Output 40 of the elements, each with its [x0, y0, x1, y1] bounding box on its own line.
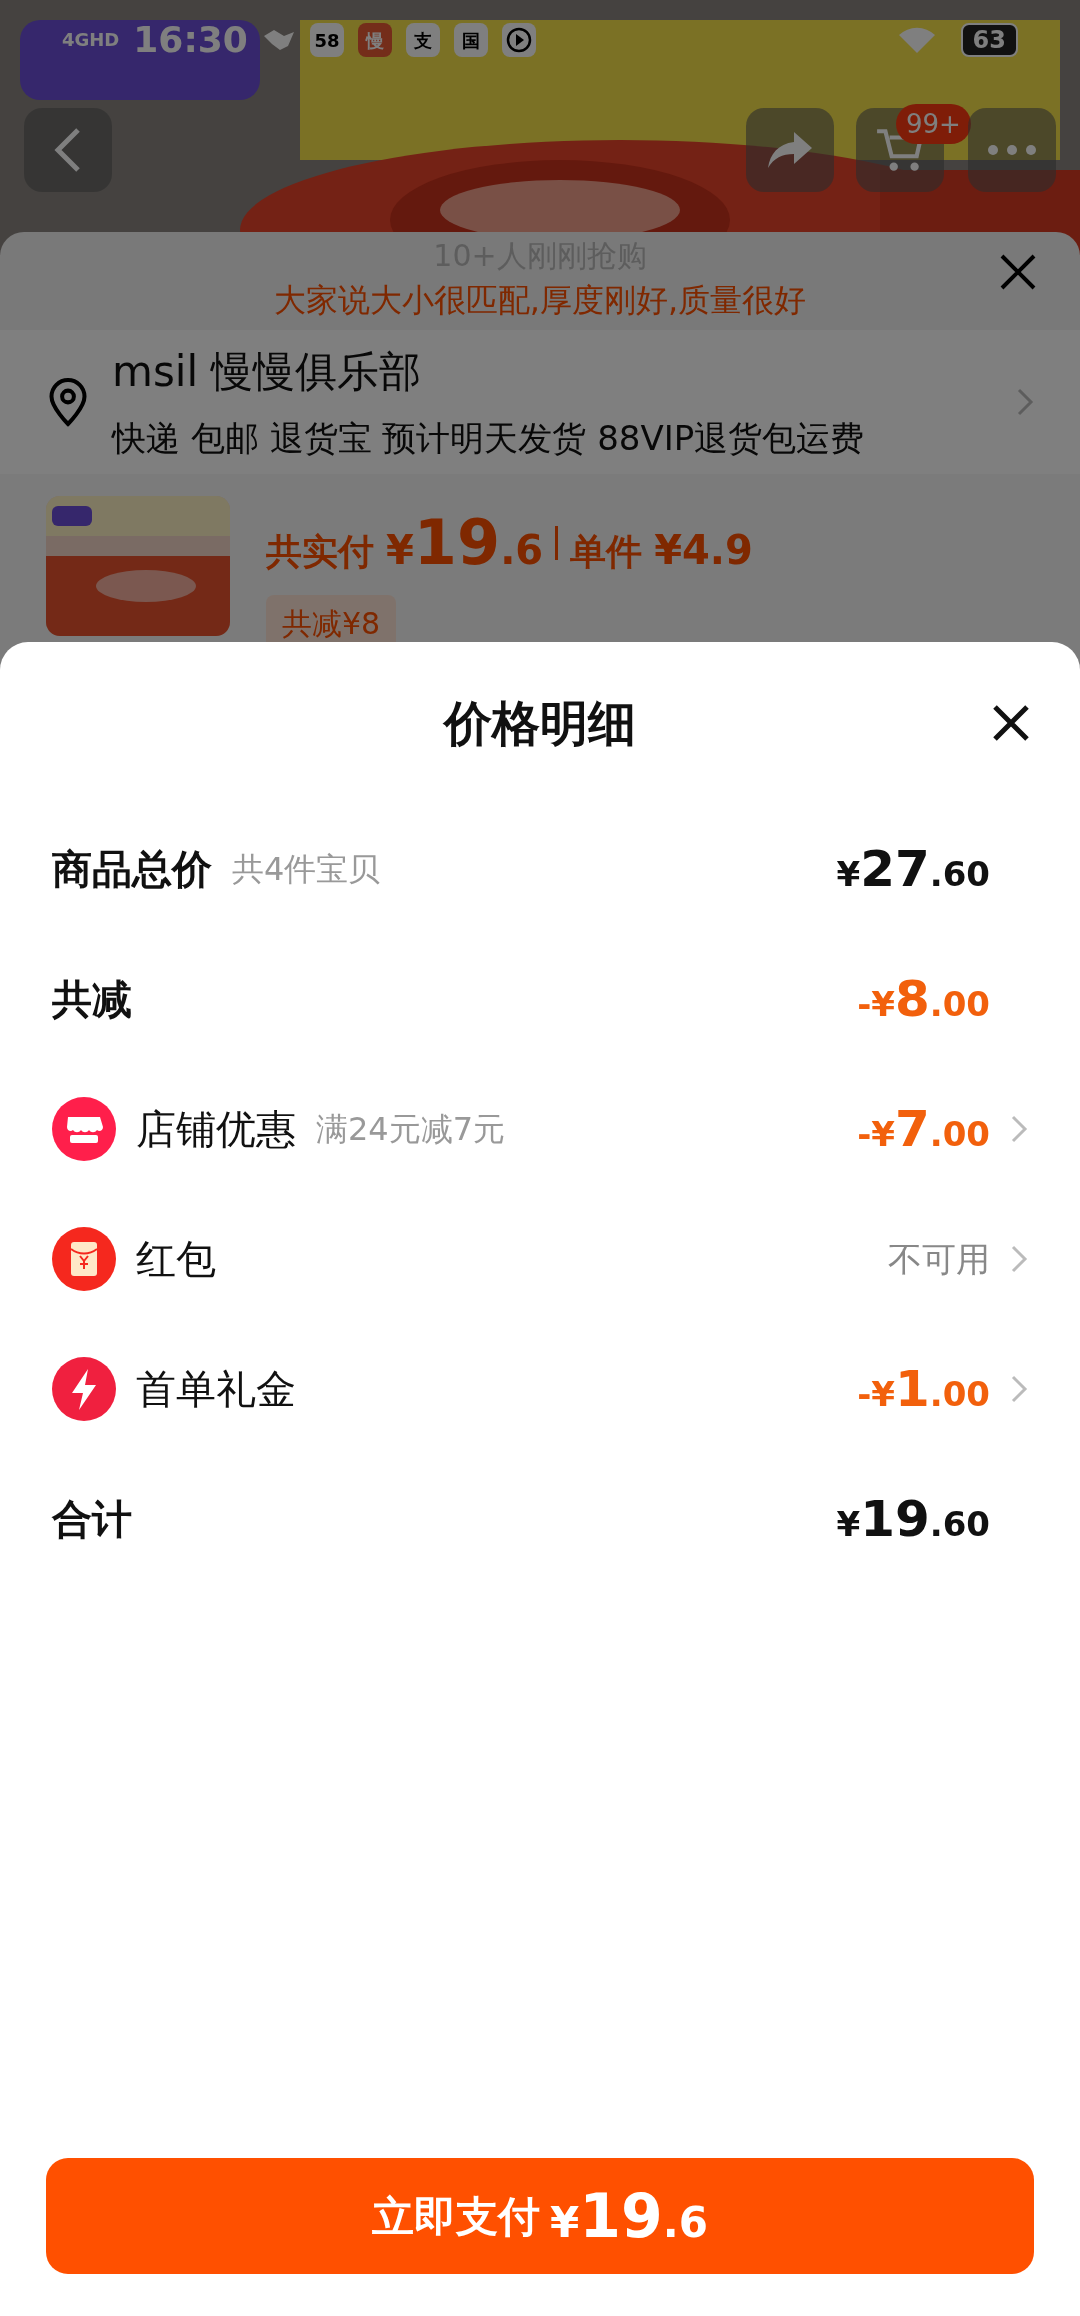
row-amount: 不可用 [888, 1237, 990, 1281]
more-icon[interactable] [987, 144, 1037, 156]
shop-icon [52, 1097, 116, 1161]
chevron-right-icon [1016, 387, 1034, 417]
address-text: msil 慢慢俱乐部 [112, 346, 423, 398]
app-notification-icon: 58 [309, 23, 344, 57]
row-label: 首单礼金 [136, 1365, 296, 1414]
play-icon [501, 23, 536, 57]
row-label: 店铺优惠 [136, 1105, 296, 1154]
unit-price: ¥4.9 [654, 526, 753, 575]
row-amount: ¥27.60 [836, 838, 990, 900]
paid-price: ¥19.6 [386, 505, 544, 581]
envelope-icon [52, 1227, 116, 1291]
review-text: 大家说大小很匹配,厚度刚好,质量很好 [273, 280, 807, 321]
sheet-title: 价格明细 [444, 694, 636, 753]
pay-price: ¥19.6 [550, 2180, 708, 2253]
row-label: 合计 [52, 1495, 132, 1544]
row-label: 红包 [136, 1235, 216, 1284]
clock: 16:30 [133, 18, 248, 62]
app-notification-icon: 慢 [357, 23, 392, 57]
row-label: 商品总价 [52, 845, 212, 894]
app-notification-icon: 支 [405, 23, 440, 57]
pay-now-button[interactable]: 立即支付 ¥19.6 [46, 2158, 1034, 2274]
cart-badge: 99+ [896, 104, 971, 144]
lightning-icon [52, 1357, 116, 1421]
battery-indicator: 63 [960, 23, 1018, 57]
unit-label: 单件 [570, 530, 643, 574]
row-note: 共4件宝贝 [232, 849, 381, 890]
app-notification-icon: 国 [453, 23, 488, 57]
location-pin-icon [46, 376, 90, 428]
row-note: 满24元减7元 [316, 1109, 506, 1150]
row-amount: -¥1.00 [857, 1358, 990, 1420]
row-amount: ¥19.60 [836, 1488, 990, 1550]
delivery-text: 快递 包邮 退货宝 预计明天发货 88VIP退货包运费 [112, 417, 866, 460]
close-icon[interactable] [992, 704, 1030, 742]
row-label: 共减 [52, 975, 132, 1024]
row-amount: -¥7.00 [857, 1098, 990, 1160]
paid-label: 共实付 [266, 530, 374, 574]
network-indicator: 4GHD [62, 31, 120, 49]
row-amount: -¥8.00 [857, 968, 990, 1030]
